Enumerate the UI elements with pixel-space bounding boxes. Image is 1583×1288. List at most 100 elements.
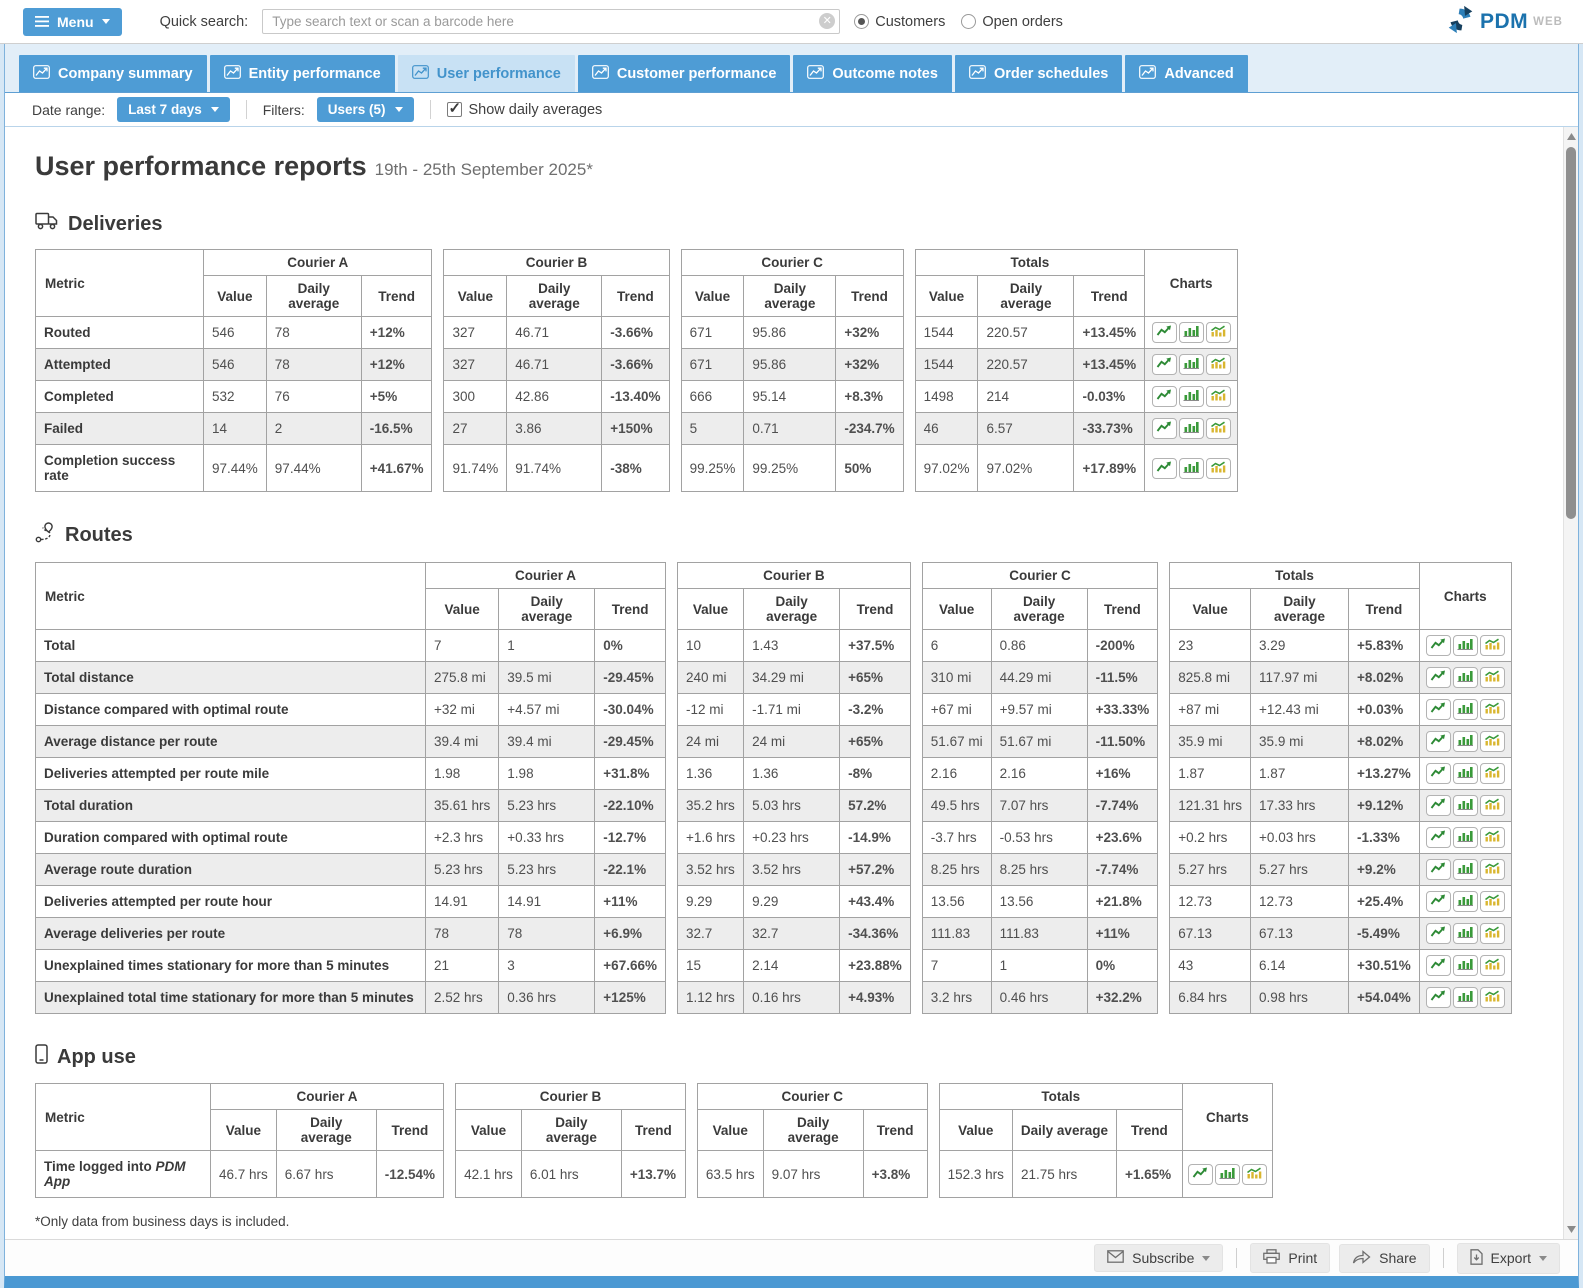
- line-chart-button[interactable]: [1426, 891, 1451, 912]
- deliveries-section-title: Deliveries: [35, 212, 1528, 236]
- value-cell: 1498: [915, 381, 978, 413]
- area-chart-button[interactable]: [1480, 795, 1505, 816]
- show-daily-averages-checkbox[interactable]: Show daily averages: [447, 102, 603, 118]
- scrollbar-thumb[interactable]: [1566, 147, 1576, 519]
- column-header-trend: Trend: [1349, 589, 1420, 630]
- area-chart-button[interactable]: [1206, 354, 1231, 375]
- export-button[interactable]: Export: [1457, 1243, 1560, 1274]
- line-chart-button[interactable]: [1426, 987, 1451, 1008]
- column-spacer: [685, 1151, 697, 1198]
- column-spacer: [927, 1084, 939, 1151]
- area-chart-button[interactable]: [1480, 955, 1505, 976]
- line-chart-button[interactable]: [1426, 923, 1451, 944]
- bar-chart-button[interactable]: [1453, 763, 1478, 784]
- line-chart-button[interactable]: [1426, 635, 1451, 656]
- bar-chart-button[interactable]: [1453, 795, 1478, 816]
- bar-chart-button[interactable]: [1179, 386, 1204, 407]
- area-chart-button[interactable]: [1242, 1164, 1267, 1185]
- area-chart-button[interactable]: [1480, 763, 1505, 784]
- print-button[interactable]: Print: [1250, 1243, 1330, 1273]
- menu-button[interactable]: Menu: [23, 8, 122, 36]
- search-input[interactable]: [262, 9, 840, 34]
- line-chart-button[interactable]: [1426, 667, 1451, 688]
- tab-user-performance[interactable]: User performance: [398, 55, 575, 92]
- share-button[interactable]: Share: [1339, 1244, 1429, 1273]
- line-chart-button[interactable]: [1152, 354, 1177, 375]
- subscribe-button[interactable]: Subscribe: [1094, 1244, 1223, 1272]
- bar-chart-button[interactable]: [1453, 731, 1478, 752]
- line-chart-button[interactable]: [1152, 418, 1177, 439]
- area-chart-icon: [1210, 461, 1226, 476]
- area-chart-button[interactable]: [1480, 859, 1505, 880]
- line-chart-button[interactable]: [1152, 458, 1177, 479]
- line-chart-button[interactable]: [1426, 795, 1451, 816]
- column-spacer: [1158, 886, 1170, 918]
- line-chart-icon: [1430, 702, 1446, 717]
- value-cell: 2.16: [922, 758, 991, 790]
- tab-customer-performance[interactable]: Customer performance: [578, 55, 791, 92]
- line-chart-button[interactable]: [1426, 763, 1451, 784]
- bar-chart-button[interactable]: [1179, 418, 1204, 439]
- quick-search-label: Quick search:: [160, 14, 249, 30]
- tab-outcome-notes[interactable]: Outcome notes: [793, 55, 952, 92]
- area-chart-button[interactable]: [1480, 827, 1505, 848]
- area-chart-button[interactable]: [1480, 635, 1505, 656]
- bar-chart-button[interactable]: [1453, 699, 1478, 720]
- divider: [430, 100, 431, 119]
- filters-label: Filters:: [263, 102, 305, 118]
- bar-chart-button[interactable]: [1453, 987, 1478, 1008]
- line-chart-button[interactable]: [1426, 731, 1451, 752]
- tab-entity-performance[interactable]: Entity performance: [210, 55, 395, 92]
- scroll-up-arrow-icon[interactable]: [1564, 129, 1579, 144]
- area-chart-button[interactable]: [1480, 667, 1505, 688]
- users-filter-dropdown[interactable]: Users (5): [317, 97, 414, 122]
- column-spacer: [1158, 694, 1170, 726]
- line-chart-icon: [1430, 990, 1446, 1005]
- metric-cell: Total: [36, 630, 426, 662]
- scroll-down-arrow-icon[interactable]: [1564, 1222, 1579, 1237]
- bar-chart-button[interactable]: [1453, 667, 1478, 688]
- column-header-value: Value: [677, 589, 743, 630]
- bar-chart-button[interactable]: [1453, 891, 1478, 912]
- logo-text: PDM: [1480, 10, 1528, 34]
- date-range-dropdown[interactable]: Last 7 days: [117, 97, 230, 122]
- area-chart-button[interactable]: [1206, 418, 1231, 439]
- report-footnote: *Only data from business days is include…: [35, 1214, 1528, 1229]
- area-chart-button[interactable]: [1206, 458, 1231, 479]
- area-chart-button[interactable]: [1206, 322, 1231, 343]
- line-chart-button[interactable]: [1426, 699, 1451, 720]
- column-header-daily-average: Daily average: [744, 276, 836, 317]
- area-chart-button[interactable]: [1480, 699, 1505, 720]
- bar-chart-button[interactable]: [1179, 322, 1204, 343]
- area-chart-button[interactable]: [1480, 987, 1505, 1008]
- table-row: Failed142-16.5%273.86+150%50.71-234.7%46…: [36, 413, 1238, 445]
- trend-cell: +32.2%: [1087, 982, 1158, 1014]
- column-spacer: [432, 349, 444, 381]
- column-header-trend: Trend: [836, 276, 903, 317]
- bar-chart-button[interactable]: [1215, 1164, 1240, 1185]
- line-chart-button[interactable]: [1152, 322, 1177, 343]
- line-chart-button[interactable]: [1426, 955, 1451, 976]
- area-chart-button[interactable]: [1480, 891, 1505, 912]
- bar-chart-button[interactable]: [1453, 827, 1478, 848]
- line-chart-button[interactable]: [1152, 386, 1177, 407]
- bar-chart-button[interactable]: [1453, 859, 1478, 880]
- bar-chart-button[interactable]: [1453, 635, 1478, 656]
- area-chart-button[interactable]: [1480, 731, 1505, 752]
- tab-advanced[interactable]: Advanced: [1125, 55, 1247, 92]
- bar-chart-button[interactable]: [1179, 458, 1204, 479]
- bar-chart-button[interactable]: [1179, 354, 1204, 375]
- area-chart-button[interactable]: [1206, 386, 1231, 407]
- area-chart-button[interactable]: [1480, 923, 1505, 944]
- tab-company-summary[interactable]: Company summary: [19, 55, 207, 92]
- line-chart-button[interactable]: [1188, 1164, 1213, 1185]
- column-spacer: [665, 630, 677, 662]
- radio-option-customers[interactable]: Customers: [854, 14, 945, 30]
- line-chart-button[interactable]: [1426, 859, 1451, 880]
- bar-chart-button[interactable]: [1453, 955, 1478, 976]
- column-spacer: [910, 886, 922, 918]
- tab-order-schedules[interactable]: Order schedules: [955, 55, 1122, 92]
- bar-chart-button[interactable]: [1453, 923, 1478, 944]
- radio-option-open-orders[interactable]: Open orders: [961, 14, 1063, 30]
- line-chart-button[interactable]: [1426, 827, 1451, 848]
